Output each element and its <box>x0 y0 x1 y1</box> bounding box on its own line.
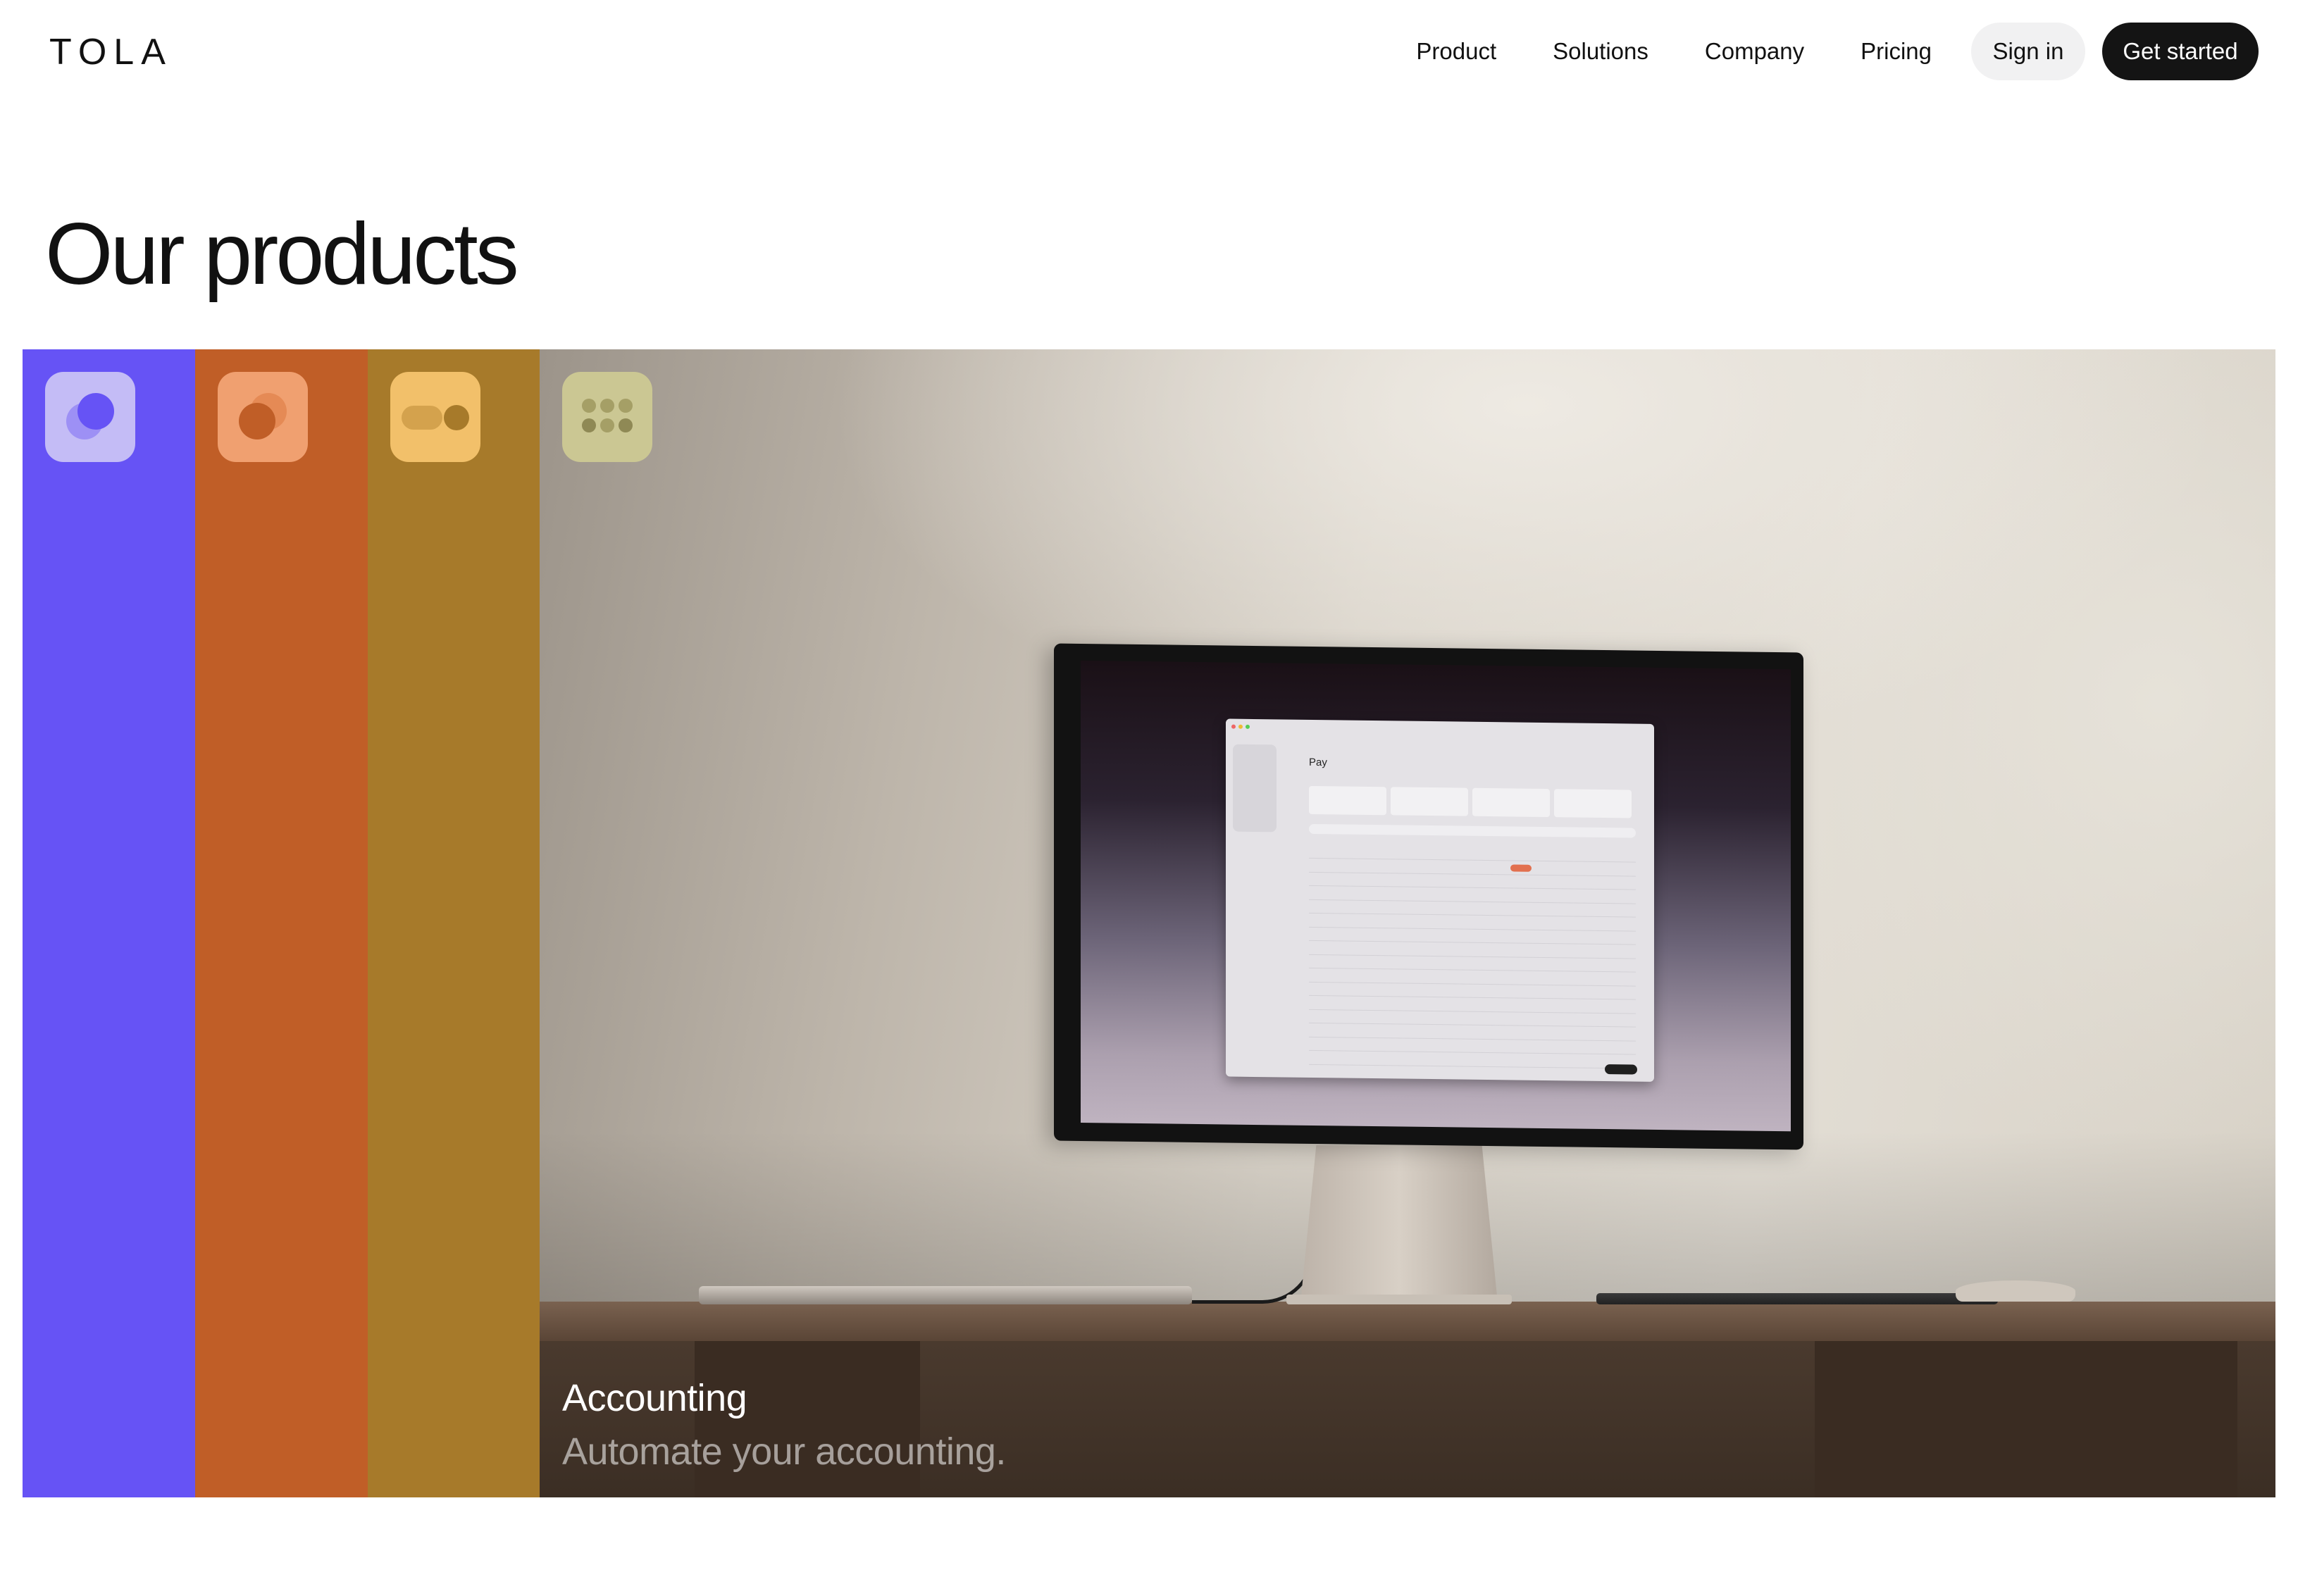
app-screen-title: Pay <box>1309 756 1327 769</box>
logo[interactable]: TOLA <box>49 31 173 73</box>
sign-in-button[interactable]: Sign in <box>1971 23 2085 80</box>
overlapping-circles-icon <box>45 372 135 462</box>
monitor-stand <box>1300 1145 1498 1303</box>
keyboard <box>1596 1293 1998 1304</box>
nav-link-company[interactable]: Company <box>1705 38 1804 65</box>
dot-grid-icon <box>562 372 652 462</box>
table-row-line <box>1309 1064 1636 1069</box>
product-title: Accounting <box>562 1377 747 1419</box>
product-strip-2[interactable] <box>195 349 368 1497</box>
table-row-line <box>1309 1049 1636 1055</box>
product-subtitle: Automate your accounting. <box>562 1430 1006 1473</box>
featured-product-accounting[interactable]: Pay Accounting Automate your accounting. <box>540 349 2275 1497</box>
table-row-line <box>1309 954 1636 959</box>
table-row-line <box>1309 885 1636 890</box>
monitor: Pay <box>1054 643 1803 1150</box>
desk-leg-right <box>1815 1341 2237 1497</box>
laptop <box>699 1286 1192 1304</box>
table-row-line <box>1309 926 1636 932</box>
app-sidebar-preview <box>1233 744 1277 833</box>
table-row-line <box>1309 857 1636 863</box>
table-row-line <box>1309 1036 1636 1042</box>
monitor-screen: Pay <box>1081 660 1791 1132</box>
product-strip-1[interactable] <box>23 349 195 1497</box>
product-strip-3[interactable] <box>368 349 540 1497</box>
table-row-line <box>1309 1022 1636 1028</box>
table-row-line <box>1309 940 1636 945</box>
window-controls <box>1231 724 1253 729</box>
app-table-preview <box>1226 718 1654 1069</box>
nav-link-pricing[interactable]: Pricing <box>1861 38 1932 65</box>
table-row-line <box>1309 899 1636 904</box>
table-row-line <box>1309 912 1636 918</box>
app-summary-cards <box>1309 785 1636 818</box>
get-started-button[interactable]: Get started <box>2102 23 2259 80</box>
mouse <box>1956 1280 2075 1302</box>
table-row-line <box>1309 995 1636 1000</box>
toggle-pill-icon <box>390 372 480 462</box>
page-title: Our products <box>45 206 519 303</box>
nav-link-product[interactable]: Product <box>1416 38 1496 65</box>
overlapping-circles-icon <box>218 372 308 462</box>
app-action-pill <box>1605 1064 1637 1075</box>
table-row-line <box>1309 871 1636 877</box>
desk <box>540 1302 2275 1341</box>
nav-link-solutions[interactable]: Solutions <box>1553 38 1648 65</box>
products-panel: Pay Accounting Automate your accounting. <box>23 349 2275 1497</box>
table-row-line <box>1309 1009 1636 1014</box>
app-window-preview: Pay <box>1226 718 1654 1082</box>
app-search-preview <box>1309 823 1636 838</box>
table-row-line <box>1309 967 1636 973</box>
status-badge <box>1510 864 1532 872</box>
monitor-stand-foot <box>1286 1295 1512 1304</box>
top-nav: Product Solutions Company Pricing Sign i… <box>1360 21 2259 82</box>
table-row-line <box>1309 981 1636 987</box>
